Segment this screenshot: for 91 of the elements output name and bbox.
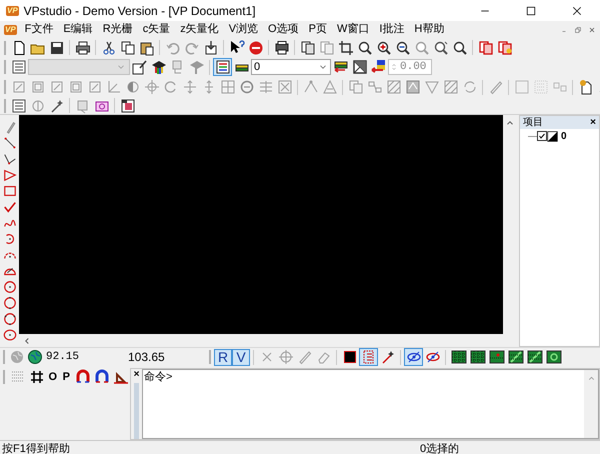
zoom-out-icon[interactable] bbox=[394, 40, 410, 56]
magnet-icon[interactable] bbox=[94, 369, 110, 385]
menu-item[interactable]: I批注 bbox=[374, 21, 410, 38]
window-title: VPstudio - Demo Version - [VP Document1] bbox=[24, 2, 256, 20]
y-coordinate: 103.65 bbox=[127, 349, 166, 366]
color-blocks-icon[interactable] bbox=[370, 59, 386, 75]
menu-item[interactable]: F文件 bbox=[20, 21, 58, 38]
stack-icon[interactable] bbox=[332, 59, 348, 75]
layer-dropdown[interactable]: 0 bbox=[251, 59, 331, 75]
cursor-icon[interactable] bbox=[228, 40, 244, 56]
eye-icon[interactable] bbox=[424, 349, 440, 365]
tree-item[interactable]: 0 bbox=[561, 128, 567, 144]
paste-icon[interactable] bbox=[138, 40, 154, 56]
nodes-icon[interactable] bbox=[302, 79, 318, 95]
vertical-scrollbar[interactable] bbox=[584, 370, 598, 438]
grid-icon[interactable] bbox=[28, 369, 44, 385]
stop-icon[interactable] bbox=[248, 40, 264, 56]
command-window[interactable]: 命令> bbox=[142, 369, 599, 439]
image-icon[interactable] bbox=[120, 98, 136, 114]
pattern-square-icon[interactable] bbox=[470, 349, 486, 365]
globe-icon[interactable] bbox=[27, 349, 43, 365]
pages-icon[interactable] bbox=[496, 40, 512, 56]
menu-item[interactable]: O选项 bbox=[263, 21, 304, 38]
pages-icon[interactable] bbox=[478, 40, 494, 56]
snap-toggle[interactable]: O bbox=[46, 368, 60, 386]
copy-icon[interactable] bbox=[120, 40, 136, 56]
rectangle-icon[interactable] bbox=[2, 184, 16, 198]
circle-icon[interactable] bbox=[2, 312, 16, 326]
magnet-icon[interactable] bbox=[74, 369, 90, 385]
pattern-square-icon[interactable] bbox=[450, 349, 466, 365]
zoom-icon[interactable] bbox=[432, 40, 448, 56]
close-button[interactable]: × bbox=[134, 369, 140, 381]
menu-item[interactable]: W窗口 bbox=[332, 21, 374, 38]
line-icon[interactable] bbox=[2, 136, 16, 150]
scissors-icon[interactable] bbox=[100, 40, 116, 56]
pencil-icon[interactable] bbox=[132, 59, 148, 75]
close-icon[interactable] bbox=[588, 26, 596, 34]
menu-item[interactable]: P页 bbox=[304, 21, 332, 38]
close-icon[interactable] bbox=[571, 4, 583, 16]
doc-icon[interactable] bbox=[578, 79, 594, 95]
menu-item[interactable]: H帮助 bbox=[409, 21, 450, 38]
menu-item[interactable]: z矢量化 bbox=[175, 21, 224, 38]
pattern-square-icon[interactable] bbox=[526, 349, 542, 365]
app-logo: VP bbox=[6, 6, 19, 16]
eye-icon[interactable] bbox=[406, 349, 422, 365]
filled-square-icon[interactable] bbox=[342, 349, 358, 365]
dotted-square-icon[interactable] bbox=[532, 79, 548, 95]
menu-item[interactable]: E编辑 bbox=[58, 21, 98, 38]
command-prompt: 命令> bbox=[143, 370, 172, 384]
polyline-icon[interactable] bbox=[2, 152, 16, 166]
pattern-square-icon[interactable] bbox=[508, 349, 524, 365]
mode-toggle[interactable]: V bbox=[232, 348, 250, 366]
mortarboard-icon[interactable] bbox=[150, 59, 166, 75]
checkmark-icon[interactable] bbox=[2, 200, 16, 214]
x-coordinate: 92.15 bbox=[45, 350, 80, 365]
spin-field[interactable]: 0.00 bbox=[388, 59, 432, 75]
menu-item[interactable]: R光栅 bbox=[98, 21, 138, 38]
layer-list-icon[interactable] bbox=[214, 59, 230, 75]
pattern-square-icon[interactable] bbox=[488, 349, 504, 365]
zoom-icon[interactable] bbox=[452, 40, 468, 56]
save-icon[interactable] bbox=[48, 40, 64, 56]
layer-swatch-icon bbox=[547, 130, 558, 142]
mode-toggle[interactable]: R bbox=[214, 348, 232, 366]
crop-icon[interactable] bbox=[338, 40, 354, 56]
menu-item[interactable]: V浏览 bbox=[224, 21, 264, 38]
snap-toggle[interactable]: P bbox=[60, 368, 73, 386]
check-icon bbox=[538, 132, 546, 140]
pattern-square-icon[interactable] bbox=[546, 349, 562, 365]
app-logo: VP bbox=[4, 24, 17, 34]
panel-title: 项目 bbox=[523, 116, 543, 128]
zoom-in-icon[interactable] bbox=[376, 40, 392, 56]
close-button[interactable]: × bbox=[590, 116, 596, 128]
checkbox[interactable] bbox=[537, 131, 547, 141]
selection-count: 0选择的 bbox=[420, 442, 460, 454]
maximize-icon[interactable] bbox=[525, 4, 537, 16]
printer-icon[interactable] bbox=[274, 40, 290, 56]
triangle-icon[interactable] bbox=[2, 168, 16, 182]
list-icon[interactable] bbox=[10, 98, 26, 114]
status-help: 按F1得到帮助 bbox=[1, 442, 71, 454]
ellipse-icon[interactable] bbox=[2, 328, 16, 342]
printer-icon[interactable] bbox=[74, 40, 90, 56]
arrow-box-icon[interactable] bbox=[202, 40, 218, 56]
circle-icon[interactable] bbox=[2, 296, 16, 310]
menu-item[interactable]: c矢量 bbox=[138, 21, 176, 38]
circle-icon[interactable] bbox=[2, 280, 16, 294]
list-icon[interactable] bbox=[10, 59, 26, 75]
zoom-icon[interactable] bbox=[356, 40, 372, 56]
selection-icon[interactable] bbox=[360, 349, 376, 365]
pages-icon[interactable] bbox=[300, 40, 316, 56]
crossed-square-icon[interactable] bbox=[352, 59, 368, 75]
restore-icon[interactable] bbox=[574, 26, 582, 34]
